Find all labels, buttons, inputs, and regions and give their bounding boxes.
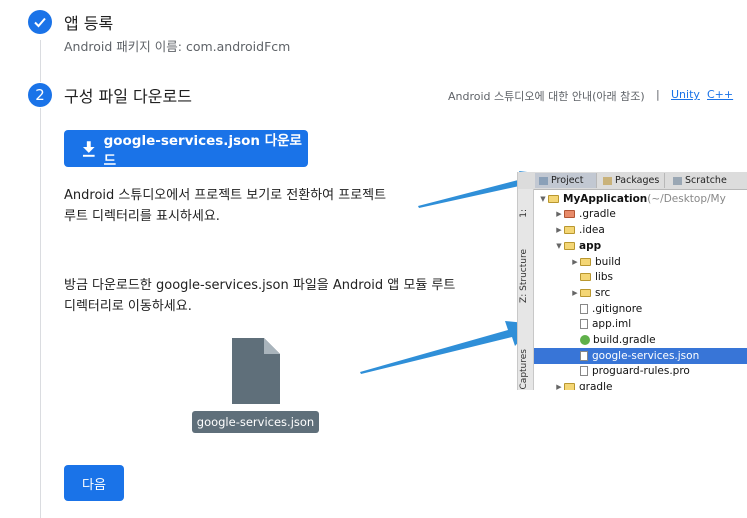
tree-item[interactable]: ▶ gradle bbox=[534, 379, 747, 390]
folder-icon bbox=[580, 288, 591, 297]
download-config-button[interactable]: google-services.json 다운로드 bbox=[64, 130, 308, 169]
tree-item[interactable]: build.gradle bbox=[534, 332, 747, 348]
tree-item-label: MyApplication bbox=[563, 192, 648, 205]
android-studio-guide-text: Android 스튜디오에 대한 안내(아래 참조) bbox=[448, 90, 645, 103]
stepper-line-top bbox=[40, 40, 41, 82]
tree-item-label: .gitignore bbox=[592, 302, 643, 315]
unity-link[interactable]: Unity bbox=[671, 88, 700, 101]
tree-item[interactable]: .gitignore bbox=[534, 301, 747, 317]
instruction-move-file: 방금 다운로드한 google-services.json 파일을 Androi… bbox=[64, 275, 484, 317]
expanded-arrow-icon[interactable]: ▼ bbox=[554, 242, 564, 250]
tree-item-label: build bbox=[595, 255, 621, 268]
collapsed-arrow-icon[interactable]: ▶ bbox=[554, 210, 564, 218]
tree-item[interactable]: google-services.json bbox=[534, 348, 747, 364]
collapsed-arrow-icon[interactable]: ▶ bbox=[570, 258, 580, 266]
folder-icon bbox=[564, 210, 575, 219]
ide-tab-scratches[interactable]: Scratche bbox=[669, 173, 747, 188]
collapsed-arrow-icon[interactable]: ▶ bbox=[554, 383, 564, 390]
tree-item-label: proguard-rules.pro bbox=[592, 365, 690, 378]
next-button[interactable]: 다음 bbox=[64, 465, 124, 501]
ide-tab-bar: Project Packages Scratche bbox=[518, 172, 747, 190]
gradle-icon bbox=[580, 335, 590, 346]
step-1-check-icon bbox=[28, 10, 52, 34]
folder-icon bbox=[564, 226, 575, 235]
stepper-line bbox=[40, 108, 41, 518]
tree-item-label: build.gradle bbox=[593, 334, 656, 347]
instruction-line: Android 스튜디오에서 프로젝트 보기로 전환하여 프로젝트 bbox=[64, 188, 387, 203]
file-icon bbox=[580, 303, 588, 314]
tree-item-label: .gradle bbox=[579, 208, 616, 221]
cpp-link[interactable]: C++ bbox=[707, 88, 733, 101]
folder-icon bbox=[564, 383, 575, 390]
ide-side-toolbar: 1: Z: Structure Captures bbox=[518, 189, 534, 390]
side-label-project[interactable]: 1: bbox=[519, 209, 529, 218]
instruction-line: 방금 다운로드한 google-services.json 파일을 Androi… bbox=[64, 278, 456, 293]
folder-icon bbox=[580, 257, 591, 266]
tree-item-path: (~/Desktop/My bbox=[647, 192, 726, 205]
expanded-arrow-icon[interactable]: ▼ bbox=[538, 195, 548, 203]
ide-tab-label: Packages bbox=[615, 175, 660, 186]
tree-item[interactable]: ▼ app bbox=[534, 238, 747, 254]
side-label-structure[interactable]: Z: Structure bbox=[519, 249, 529, 303]
tree-item[interactable]: ▶ .gradle bbox=[534, 207, 747, 223]
ide-tab-label: Project bbox=[551, 175, 584, 186]
folder-icon bbox=[580, 273, 591, 282]
instruction-line: 디렉터리로 이동하세요. bbox=[64, 299, 192, 314]
tree-item[interactable]: libs bbox=[534, 270, 747, 286]
tree-item[interactable]: ▶ build bbox=[534, 254, 747, 270]
step-1-subtitle: Android 패키지 이름: com.androidFcm bbox=[64, 39, 291, 54]
download-button-label: google-services.json 다운로드 bbox=[103, 132, 302, 169]
file-icon bbox=[580, 350, 588, 361]
step-2-number: 2 bbox=[28, 83, 52, 107]
tree-item-label: src bbox=[595, 286, 611, 299]
tree-item[interactable]: ▶ .idea bbox=[534, 222, 747, 238]
collapsed-arrow-icon[interactable]: ▶ bbox=[554, 226, 564, 234]
android-studio-project-panel: Project Packages Scratche 1: Z: Structur… bbox=[517, 172, 747, 390]
ide-tab-packages[interactable]: Packages bbox=[599, 173, 665, 188]
step-1-title: 앱 등록 bbox=[64, 14, 114, 33]
scratches-icon bbox=[673, 176, 682, 185]
tree-item[interactable]: app.iml bbox=[534, 317, 747, 333]
tree-item-label: app bbox=[579, 239, 602, 252]
tree-item[interactable]: ▶ src bbox=[534, 285, 747, 301]
folder-icon bbox=[564, 241, 575, 250]
arrow-to-app-folder bbox=[360, 321, 535, 374]
folder-icon bbox=[548, 194, 559, 203]
download-icon bbox=[82, 140, 95, 157]
json-file-label: google-services.json bbox=[192, 411, 319, 433]
ide-tab-project[interactable]: Project bbox=[535, 173, 597, 188]
packages-icon bbox=[603, 176, 612, 185]
tree-item-label: app.iml bbox=[592, 318, 632, 331]
collapsed-arrow-icon[interactable]: ▶ bbox=[570, 289, 580, 297]
step-2-title: 구성 파일 다운로드 bbox=[64, 87, 192, 106]
json-file-icon bbox=[232, 338, 280, 404]
link-separator: | bbox=[656, 88, 660, 101]
ide-tab-label: Scratche bbox=[685, 175, 727, 186]
tree-item[interactable]: ▼ MyApplication (~/Desktop/My bbox=[534, 191, 747, 207]
tree-item-label: libs bbox=[595, 271, 613, 284]
side-label-captures[interactable]: Captures bbox=[519, 349, 529, 389]
instruction-project-view: Android 스튜디오에서 프로젝트 보기로 전환하여 프로젝트 루트 디렉터… bbox=[64, 185, 464, 227]
tree-item-label: google-services.json bbox=[592, 349, 700, 362]
file-icon bbox=[580, 366, 588, 377]
instruction-line: 루트 디렉터리를 표시하세요. bbox=[64, 209, 220, 224]
file-icon bbox=[580, 319, 588, 330]
project-icon bbox=[539, 176, 548, 185]
tree-item[interactable]: proguard-rules.pro bbox=[534, 364, 747, 380]
tree-item-label: gradle bbox=[579, 381, 613, 390]
tree-item-label: .idea bbox=[579, 224, 605, 237]
